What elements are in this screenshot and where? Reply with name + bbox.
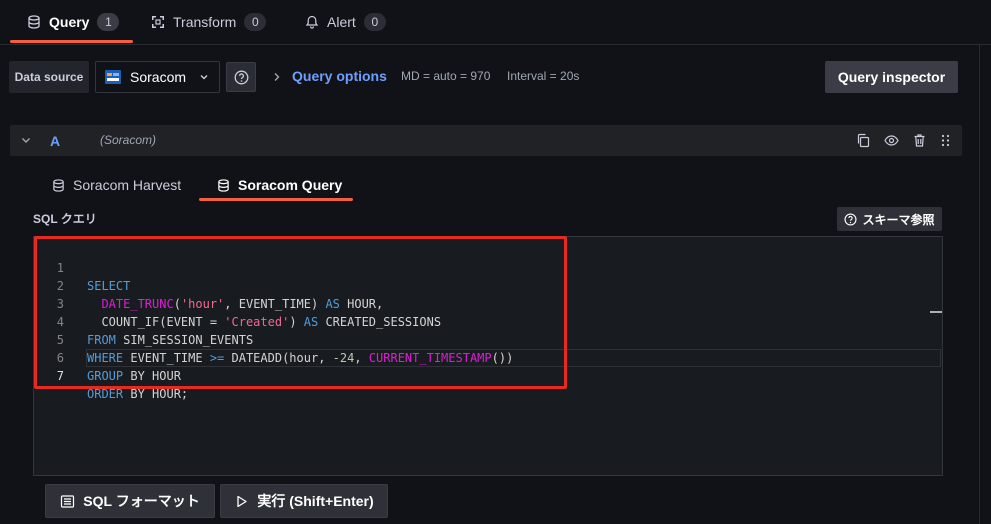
chevron-right-icon[interactable] (270, 70, 284, 84)
database-icon (28, 15, 40, 29)
subtab-soracom-query-label: Soracom Query (238, 177, 343, 193)
datasource-label: Data source (9, 61, 89, 93)
query-options-toggle[interactable]: Query options (292, 68, 387, 84)
drag-handle-icon[interactable] (938, 133, 953, 148)
query-inspector-button[interactable]: Query inspector (825, 61, 958, 93)
tab-transform[interactable]: Transform 0 (151, 0, 267, 44)
subtab-soracom-query[interactable]: Soracom Query (217, 172, 342, 198)
interval-info: Interval = 20s (507, 69, 580, 83)
tab-query[interactable]: Query 1 (27, 0, 120, 44)
datasource-name: Soracom (130, 69, 187, 85)
transform-icon (152, 16, 164, 28)
tab-transform-count: 0 (244, 13, 267, 31)
datasource-help-button[interactable] (226, 62, 256, 92)
datasource-picker[interactable]: Soracom (95, 61, 220, 93)
tab-query-count: 1 (97, 13, 120, 31)
schema-reference-label: スキーマ参照 (862, 212, 935, 227)
chevron-down-icon (200, 75, 208, 80)
trash-icon[interactable] (912, 133, 927, 148)
format-icon (61, 494, 75, 508)
query-editor-tabs: Query 1 Transform 0 Alert 0 (0, 0, 991, 45)
max-data-points-info: MD = auto = 970 (401, 69, 491, 83)
sql-format-label: SQL フォーマット (83, 493, 200, 509)
active-subtab-indicator (199, 198, 353, 201)
query-datasource-name: (Soracom) (100, 133, 157, 147)
eye-icon[interactable] (884, 133, 899, 148)
play-icon (237, 495, 248, 507)
database-icon (53, 178, 64, 192)
collapse-chevron-icon[interactable] (20, 134, 32, 146)
run-query-label: 実行 (Shift+Enter) (257, 493, 374, 509)
run-query-button[interactable]: 実行 (Shift+Enter) (220, 484, 388, 518)
bell-icon (305, 15, 319, 29)
tab-alert[interactable]: Alert 0 (305, 0, 386, 44)
tab-alert-count: 0 (363, 13, 386, 31)
subtab-soracom-harvest-label: Soracom Harvest (73, 177, 182, 193)
annotation-highlight-box (34, 236, 567, 389)
database-icon (218, 178, 229, 192)
tab-transform-label: Transform (173, 14, 237, 30)
question-circle-icon (234, 70, 248, 84)
question-circle-icon (844, 212, 858, 226)
sql-query-label: SQL クエリ (33, 212, 97, 226)
scrollbar-marker[interactable] (930, 311, 942, 313)
query-ref-id[interactable]: A (50, 133, 60, 149)
tab-query-label: Query (49, 14, 90, 30)
active-tab-indicator (10, 40, 133, 43)
sql-format-button[interactable]: SQL フォーマット (45, 484, 215, 518)
query-row-header: A (Soracom) (10, 125, 962, 156)
subtab-soracom-harvest[interactable]: Soracom Harvest (52, 172, 181, 198)
schema-reference-button[interactable]: スキーマ参照 (837, 207, 942, 231)
soracom-logo-icon (105, 70, 121, 84)
duplicate-icon[interactable] (856, 133, 871, 148)
tab-alert-label: Alert (327, 14, 356, 30)
